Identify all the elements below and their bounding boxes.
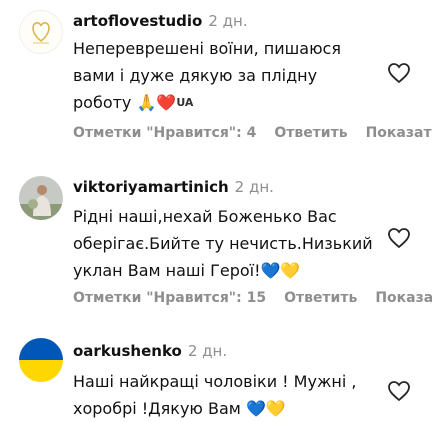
show-more-button[interactable]: Показать [366,125,432,141]
yellow-heart-emoji: 💛 [280,261,301,280]
comment-text: Наші найкращі чоловіки ! Мужні , хоробрі… [73,368,373,422]
comment-text: Рідні наші,нехай Боженько Вас оберігає.Б… [73,203,373,284]
pray-emoji: 🙏 [136,93,157,112]
studio-logo-icon [20,11,62,53]
reply-button[interactable]: Ответить [274,125,347,141]
ua-flag-emoji: UA [176,96,194,109]
blue-heart-emoji: 💙 [245,399,266,418]
comment-line: Наші найкращі чоловіки ! Мужні , [73,372,357,391]
yellow-heart-emoji: 💛 [265,399,286,418]
comment-header: artoflovestudio 2 дн. [73,12,248,30]
comment-actions: Отметки "Нравится": 15 Ответить Показать [73,290,432,306]
comment-line: хоробрі !Дякую Вам 💙💛 [73,399,286,418]
heart-emoji: ❤️ [156,93,177,112]
avatar[interactable] [19,10,63,54]
comment-header: oarkushenko 2 дн. [73,342,227,360]
avatar[interactable] [19,338,63,382]
username[interactable]: oarkushenko [73,342,182,360]
likes-count[interactable]: Отметки "Нравится": 4 [73,125,256,141]
timestamp[interactable]: 2 дн. [208,12,247,30]
show-more-button[interactable]: Показать [375,290,432,306]
comment-header: viktoriyamartinich 2 дн. [73,178,274,196]
comment-line: оберігає.Бийте ту нечисть.Низький [73,234,373,253]
comment-line: роботу 🙏❤️UA [73,93,194,112]
like-heart-icon[interactable] [387,62,411,84]
avatar[interactable] [19,176,63,220]
comment-line: уклан Вам наші Герої!💙💛 [73,261,301,280]
comment-line: Рідні наші,нехай Боженько Вас [73,207,337,226]
reply-button[interactable]: Ответить [284,290,357,306]
like-heart-icon[interactable] [387,227,411,249]
user-photo-icon [19,176,63,220]
likes-count[interactable]: Отметки "Нравится": 15 [73,290,266,306]
comment-line: Непереврешені воїни, пишаюся [73,39,341,58]
timestamp[interactable]: 2 дн. [188,342,227,360]
comment-actions: Отметки "Нравится": 4 Ответить Показать [73,125,432,141]
ukraine-flag-icon [19,338,63,382]
username[interactable]: artoflovestudio [73,12,202,30]
username[interactable]: viktoriyamartinich [73,178,229,196]
comment-text: Непереврешені воїни, пишаюся вами і дуже… [73,35,373,116]
comment-line: вами і дуже дякую за плідну [73,66,318,85]
blue-heart-emoji: 💙 [260,261,281,280]
like-heart-icon[interactable] [387,380,411,402]
timestamp[interactable]: 2 дн. [235,178,274,196]
